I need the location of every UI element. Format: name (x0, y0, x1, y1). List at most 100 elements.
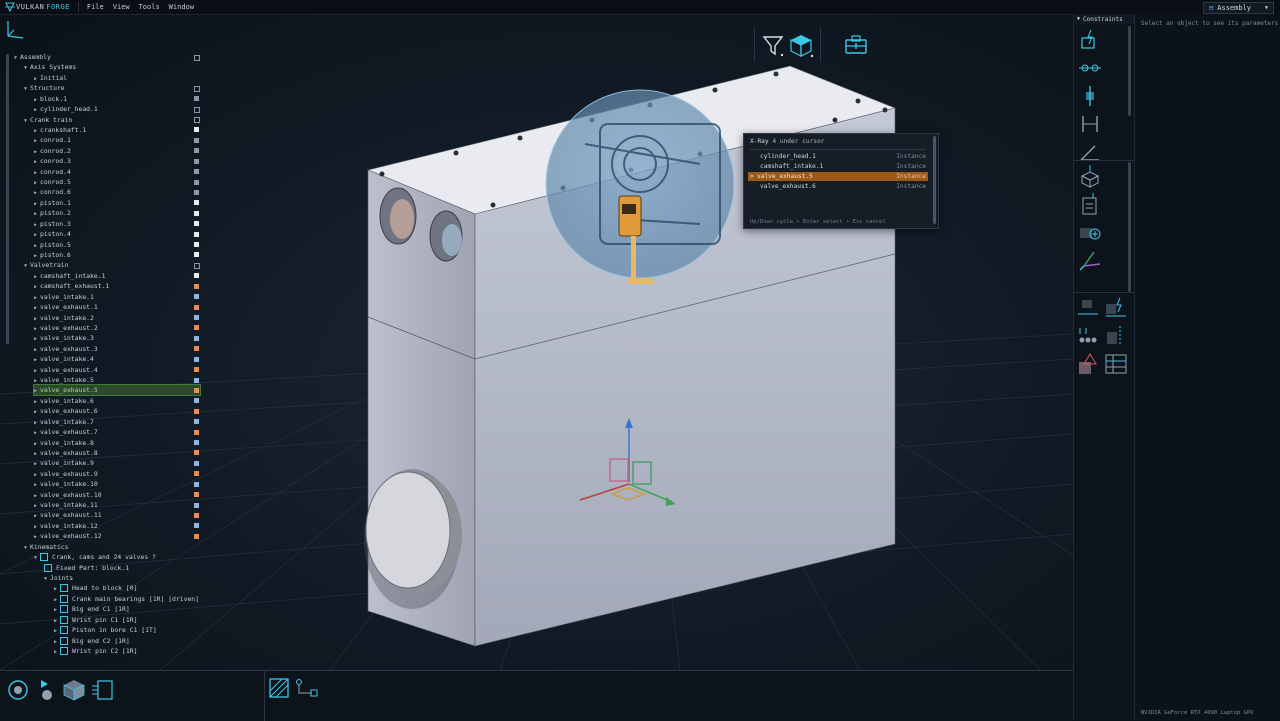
expand-down-icon[interactable]: ▼ (24, 545, 27, 551)
tree-item[interactable]: ▶ piston.5 (34, 240, 204, 250)
coincident-icon[interactable] (1078, 56, 1102, 80)
tree-item[interactable]: ▶ valve_intake.10 (34, 479, 204, 489)
visibility-swatch[interactable] (194, 356, 199, 362)
tree-item[interactable]: ▶ Wrist pin C1 [1R] (54, 615, 224, 625)
expand-down-icon[interactable]: ▼ (24, 86, 27, 92)
expand-right-icon[interactable]: ▶ (34, 190, 37, 196)
expand-right-icon[interactable]: ▶ (34, 295, 37, 301)
expand-right-icon[interactable]: ▶ (34, 461, 37, 467)
expand-right-icon[interactable]: ▶ (34, 503, 37, 509)
tree-item[interactable]: ▶ crankshaft.1 (34, 125, 204, 135)
tree-item[interactable]: ▶ conrod.3 (34, 156, 204, 166)
visibility-swatch[interactable] (194, 440, 199, 446)
expand-down-icon[interactable]: ▼ (24, 263, 27, 269)
tree-item[interactable]: ▶ valve_exhaust.10 (34, 490, 204, 500)
expand-right-icon[interactable]: ▶ (54, 639, 57, 645)
tree-item[interactable]: ▶ Head to block [0] (54, 583, 224, 593)
expand-right-icon[interactable]: ▶ (34, 513, 37, 519)
tree-item[interactable]: ▶ Crank main bearings [1R] [driven] (54, 594, 224, 604)
tree-item[interactable]: ▶ valve_intake.1 (34, 292, 204, 302)
tree-item[interactable]: ▼ Kinematics (24, 542, 194, 552)
visibility-swatch[interactable] (194, 492, 199, 498)
expand-down-icon[interactable]: ▼ (24, 118, 27, 124)
expand-right-icon[interactable]: ▶ (54, 618, 57, 624)
box-view-icon[interactable] (62, 678, 86, 702)
tree-item[interactable]: ▶ cylinder_head.1 (34, 104, 204, 114)
visibility-swatch[interactable] (194, 387, 199, 393)
visibility-swatch[interactable] (194, 262, 200, 269)
tree-item[interactable]: ▶ conrod.4 (34, 167, 204, 177)
expand-right-icon[interactable]: ▶ (54, 586, 57, 592)
tree-item[interactable]: ▶ valve_exhaust.8 (34, 448, 204, 458)
visibility-swatch[interactable] (194, 231, 199, 237)
tree-item[interactable]: ▼ Assembly (14, 52, 184, 62)
list-view-icon[interactable] (90, 678, 114, 702)
tree-item[interactable]: ▶ valve_exhaust.11 (34, 510, 204, 520)
expand-right-icon[interactable]: ▶ (34, 482, 37, 488)
tree-item[interactable]: ▶ valve_intake.7 (34, 417, 204, 427)
axis-system-icon[interactable] (1078, 248, 1102, 272)
tree-item[interactable]: Fixed Part: block.1 (44, 563, 214, 573)
visibility-swatch[interactable] (194, 106, 200, 113)
visibility-swatch[interactable] (194, 429, 199, 435)
expand-right-icon[interactable]: ▶ (54, 597, 57, 603)
tree-item[interactable]: ▶ camshaft_intake.1 (34, 271, 204, 281)
toolbox-icon[interactable] (844, 34, 868, 56)
visibility-swatch[interactable] (194, 335, 199, 341)
tree-item[interactable]: ▶ conrod.5 (34, 177, 204, 187)
tree-item[interactable]: ▶ block.1 (34, 94, 204, 104)
animate-icon[interactable] (36, 678, 60, 702)
visibility-swatch[interactable] (194, 315, 199, 320)
expand-right-icon[interactable]: ▶ (34, 357, 37, 363)
tree-item[interactable]: ▶ valve_exhaust.1 (34, 302, 204, 312)
expand-right-icon[interactable]: ▶ (34, 159, 37, 165)
expand-right-icon[interactable]: ▶ (34, 388, 37, 394)
expand-right-icon[interactable]: ▶ (54, 628, 57, 634)
visibility-swatch[interactable] (194, 304, 199, 310)
expand-right-icon[interactable]: ▶ (34, 451, 37, 457)
cube-display-icon[interactable] (788, 33, 814, 59)
tree-item[interactable]: ▶ piston.4 (34, 229, 204, 239)
tree-item[interactable]: ▼ Joints (44, 573, 214, 583)
tree-item[interactable]: ▼ Crank, cams and 24 valves ? (34, 552, 204, 562)
tree-item[interactable]: ▶ valve_intake.6 (34, 396, 204, 406)
expand-down-icon[interactable]: ▼ (44, 576, 47, 582)
expand-down-icon[interactable]: ▼ (24, 65, 27, 71)
menu-tools[interactable]: Tools (139, 3, 160, 11)
expand-right-icon[interactable]: ▶ (34, 409, 37, 415)
visibility-swatch[interactable] (194, 419, 199, 425)
tree-item[interactable]: ▶ valve_intake.9 (34, 458, 204, 468)
expand-right-icon[interactable]: ▶ (34, 211, 37, 217)
expand-right-icon[interactable]: ▶ (34, 378, 37, 384)
hatch-icon[interactable] (268, 677, 290, 699)
tree-item[interactable]: ▶ Wrist pin C2 [1R] (54, 646, 224, 656)
tree-item[interactable]: ▶ valve_intake.8 (34, 438, 204, 448)
expand-right-icon[interactable]: ▶ (34, 201, 37, 207)
visibility-swatch[interactable] (194, 398, 199, 404)
expand-right-icon[interactable]: ▶ (34, 222, 37, 228)
expand-right-icon[interactable]: ▶ (34, 232, 37, 238)
visibility-swatch[interactable] (194, 460, 199, 466)
expand-right-icon[interactable]: ▶ (34, 534, 37, 540)
expand-right-icon[interactable]: ▶ (34, 347, 37, 353)
tree-item[interactable]: ▼ Structure (24, 83, 194, 93)
tree-item[interactable]: ▶ conrod.2 (34, 146, 204, 156)
menu-window[interactable]: Window (169, 3, 194, 11)
expand-right-icon[interactable]: ▶ (34, 253, 37, 259)
insert-document-icon[interactable] (1078, 192, 1102, 216)
tree-item[interactable]: ▼ Valvetrain (24, 260, 194, 270)
expand-right-icon[interactable]: ▶ (34, 284, 37, 290)
expand-right-icon[interactable]: ▶ (34, 316, 37, 322)
menu-file[interactable]: File (87, 3, 104, 11)
expand-right-icon[interactable]: ▶ (34, 472, 37, 478)
tree-item[interactable]: ▶ Big end C1 [1R] (54, 604, 224, 614)
expand-right-icon[interactable]: ▶ (34, 430, 37, 436)
add-component-icon[interactable] (1078, 220, 1102, 244)
xray-row[interactable]: valve_exhaust.6 Instance (748, 182, 928, 191)
constraint-solve-icon[interactable] (1076, 296, 1100, 320)
tree-item[interactable]: ▶ valve_exhaust.4 (34, 365, 204, 375)
expand-right-icon[interactable]: ▶ (34, 524, 37, 530)
tree-item[interactable]: ▶ valve_intake.2 (34, 313, 204, 323)
expand-right-icon[interactable]: ▶ (34, 368, 37, 374)
xray-row[interactable]: camshaft_intake.1 Instance (748, 162, 928, 171)
